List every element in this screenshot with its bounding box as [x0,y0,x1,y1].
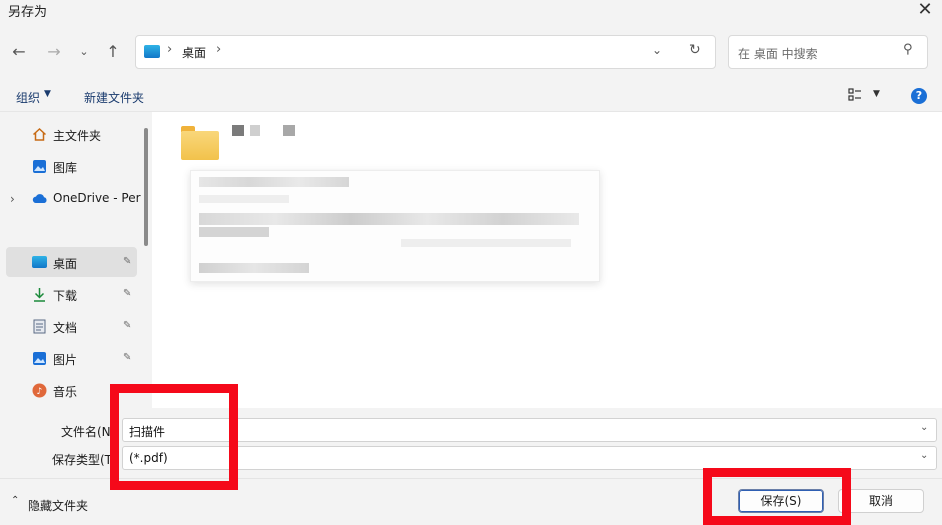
address-bar[interactable]: › 桌面 › ⌄ ↻ [135,35,716,69]
breadcrumb-location[interactable]: 桌面 [182,44,206,61]
sidebar-item-downloads[interactable]: 下载 ✎ [0,279,137,309]
filetype-label: 保存类型(T [52,453,113,467]
filename-label: 文件名(N [61,425,111,439]
sidebar-item-home[interactable]: 主文件夹 [0,119,137,149]
filename-field[interactable]: 扫描件 ⌄ [122,418,937,442]
blurred-text [401,239,571,247]
filetype-dropdown-chevron-icon[interactable]: ⌄ [920,450,928,461]
sidebar-scrollbar[interactable] [144,128,148,246]
search-input[interactable]: 在 桌面 中搜索 [738,45,818,62]
sidebar-item-documents[interactable]: 文档 ✎ [0,311,137,341]
blurred-folder-name [232,125,244,136]
folder-icon[interactable] [179,126,221,162]
organize-chevron-icon[interactable]: ▼ [44,89,51,99]
blurred-folder-name [283,125,295,136]
pin-icon[interactable]: ✎ [123,352,131,363]
download-icon [32,287,47,302]
chevron-up-icon[interactable]: ⌃ [11,495,19,506]
cloud-icon [32,191,47,206]
pin-icon[interactable]: ✎ [123,256,131,267]
help-icon[interactable]: ? [911,88,927,104]
sidebar-item-onedrive[interactable]: OneDrive - Per [0,183,141,213]
sidebar-item-label: 图片 [53,353,78,367]
window-title: 另存为 [8,5,48,20]
blurred-text [199,263,309,273]
search-icon[interactable]: ⚲ [903,42,913,57]
gallery-icon [32,159,47,174]
sidebar-item-label: 主文件夹 [53,129,102,143]
filename-dropdown-chevron-icon[interactable]: ⌄ [920,422,928,433]
document-icon [32,319,47,334]
sidebar-item-label: 文档 [53,321,78,335]
breadcrumb-separator: › [167,42,173,57]
blurred-text [199,213,579,225]
address-dropdown-chevron-icon[interactable]: ⌄ [652,43,662,57]
new-folder-button[interactable]: 新建文件夹 [84,89,144,106]
view-options-icon[interactable] [848,88,862,102]
title-bar: 另存为 ✕ [0,0,942,24]
blurred-folder-name [250,125,260,136]
sidebar-item-label: 下载 [53,289,78,303]
blurred-text [199,195,289,203]
search-box[interactable]: 在 桌面 中搜索 ⚲ [728,35,928,69]
sidebar-item-label: 音乐 [53,385,78,399]
sidebar-item-label: OneDrive - Per [53,191,141,205]
tooltip-blurred [190,170,600,282]
svg-text:♪: ♪ [37,387,43,397]
navigation-pane: 主文件夹 图库 › OneDrive - Per 桌面 ✎ 下载 ✎ 文档 ✎ [0,112,152,408]
blurred-text [199,177,349,187]
sidebar-item-gallery[interactable]: 图库 [0,151,137,181]
hide-folders-toggle[interactable]: 隐藏文件夹 [28,497,88,514]
filetype-select[interactable]: (*.pdf) ⌄ [122,446,937,470]
file-list-area[interactable] [152,112,942,408]
view-dropdown-chevron-icon[interactable]: ▼ [873,89,880,99]
up-arrow-icon[interactable]: ↑ [102,41,124,63]
command-toolbar: 组织 ▼ 新建文件夹 ▼ ? [0,81,942,112]
pin-icon[interactable]: ✎ [123,320,131,331]
sidebar-item-label: 图库 [53,161,78,175]
highlight-box-save [703,468,851,525]
forward-arrow-icon[interactable]: → [43,41,65,63]
home-icon [32,127,47,142]
sidebar-item-label: 桌面 [53,257,78,271]
highlight-box-filename [110,384,238,490]
pin-icon[interactable]: ✎ [123,288,131,299]
breadcrumb-separator-trailing[interactable]: › [216,42,221,57]
music-icon: ♪ [32,383,47,398]
back-arrow-icon[interactable]: ← [8,41,30,63]
close-icon[interactable]: ✕ [910,0,940,22]
desktop-icon [144,45,160,58]
recent-locations-chevron-icon[interactable]: ⌄ [73,41,95,63]
refresh-icon[interactable]: ↻ [689,42,701,58]
sidebar-item-desktop[interactable]: 桌面 ✎ [6,247,137,277]
sidebar-item-pictures[interactable]: 图片 ✎ [0,343,137,373]
pictures-icon [32,351,47,366]
organize-button[interactable]: 组织 [16,89,40,106]
desktop-icon [32,256,47,268]
blurred-text [199,227,269,237]
